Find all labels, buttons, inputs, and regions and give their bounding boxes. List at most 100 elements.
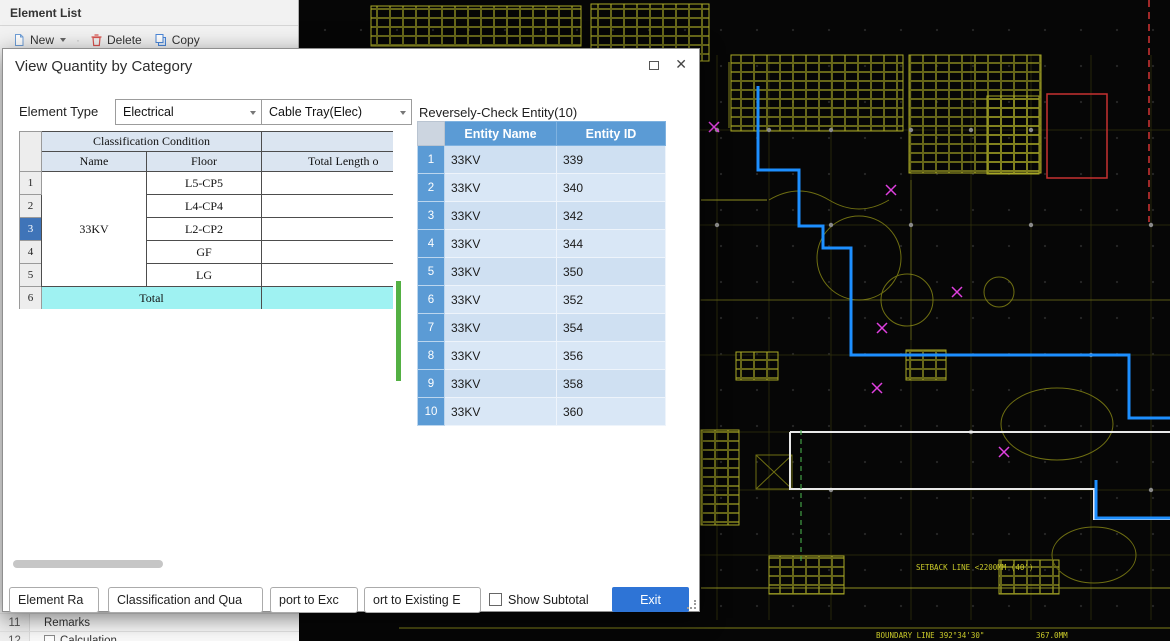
entity-id-cell[interactable]: 356 [557, 342, 666, 370]
row-number[interactable]: 2 [20, 195, 42, 218]
floor-cell[interactable]: L2-CP2 [147, 218, 262, 241]
quantity-cell[interactable] [262, 218, 394, 241]
chevron-down-icon [400, 111, 406, 115]
row-number[interactable]: 1 [20, 172, 42, 195]
row-number[interactable]: 6 [20, 287, 42, 310]
entity-name-cell[interactable]: 33KV [445, 398, 557, 426]
entity-row-number[interactable]: 7 [418, 314, 445, 342]
table-row[interactable]: 7 33KV 354 [418, 314, 666, 342]
entity-id-cell[interactable]: 352 [557, 286, 666, 314]
entity-name-cell[interactable]: 33KV [445, 230, 557, 258]
element-type-select[interactable]: Electrical [115, 99, 262, 125]
copy-label: Copy [172, 33, 200, 47]
entity-id-cell[interactable]: 340 [557, 174, 666, 202]
entity-name-cell[interactable]: 33KV [445, 174, 557, 202]
entity-id-cell[interactable]: 344 [557, 230, 666, 258]
entity-id-cell[interactable]: 360 [557, 398, 666, 426]
new-button[interactable]: New [8, 32, 70, 48]
horizontal-scrollbar-thumb[interactable] [13, 560, 163, 568]
entity-name-header: Entity Name [445, 122, 557, 146]
entity-name-cell[interactable]: 33KV [445, 286, 557, 314]
quantity-cell[interactable] [262, 264, 394, 287]
copy-button[interactable]: Copy [150, 32, 204, 48]
exit-button[interactable]: Exit [612, 587, 689, 612]
row-number-selected[interactable]: 3 [20, 218, 42, 241]
entity-name-cell[interactable]: 33KV [445, 342, 557, 370]
entity-name-cell[interactable]: 33KV [445, 370, 557, 398]
chevron-down-icon [250, 111, 256, 115]
entity-row-number[interactable]: 3 [418, 202, 445, 230]
entity-id-cell[interactable]: 350 [557, 258, 666, 286]
entity-row-number[interactable]: 4 [418, 230, 445, 258]
show-subtotal-checkbox[interactable] [489, 593, 502, 606]
entity-row-number[interactable]: 9 [418, 370, 445, 398]
export-to-excel-button[interactable]: port to Exc [270, 587, 358, 613]
row-number[interactable]: 4 [20, 241, 42, 264]
export-to-existing-excel-button[interactable]: ort to Existing E [364, 587, 481, 613]
table-row[interactable]: 1 33KV 339 [418, 146, 666, 174]
total-quantity-cell [262, 287, 394, 310]
cad-white-boundary [790, 432, 1170, 519]
table-row[interactable]: 8 33KV 356 [418, 342, 666, 370]
close-icon[interactable]: ✕ [675, 56, 687, 73]
entity-row-number[interactable]: 1 [418, 146, 445, 174]
category-value: Cable Tray(Elec) [269, 105, 362, 119]
table-row[interactable]: 4 33KV 344 [418, 230, 666, 258]
quantity-cell[interactable] [262, 241, 394, 264]
element-list-title: Element List [0, 0, 298, 26]
property-row-calculation[interactable]: 12 Calculation [0, 631, 299, 641]
entity-row-number[interactable]: 5 [418, 258, 445, 286]
calculation-checkbox[interactable] [44, 635, 55, 641]
table-row[interactable]: 10 33KV 360 [418, 398, 666, 426]
floor-cell[interactable]: LG [147, 264, 262, 287]
floor-cell[interactable]: L4-CP4 [147, 195, 262, 218]
cad-red-rect [1047, 94, 1107, 178]
entity-row-number[interactable]: 8 [418, 342, 445, 370]
classification-table: Classification Condition Name Floor Tota… [19, 131, 393, 309]
cad-highlighted-cable-tray-2[interactable] [1096, 480, 1170, 518]
entity-corner-cell [418, 122, 445, 146]
entity-row-number[interactable]: 2 [418, 174, 445, 202]
vertical-scroll-indicator[interactable] [396, 281, 401, 381]
entity-name-cell[interactable]: 33KV [445, 202, 557, 230]
resize-grip[interactable] [687, 600, 696, 609]
quantity-cell[interactable] [262, 172, 394, 195]
floor-cell[interactable]: GF [147, 241, 262, 264]
quantity-cell[interactable] [262, 195, 394, 218]
delete-button[interactable]: Delete [86, 32, 146, 48]
table-row[interactable]: 6 33KV 352 [418, 286, 666, 314]
restore-icon[interactable] [649, 61, 659, 70]
table-row[interactable]: 2 33KV 340 [418, 174, 666, 202]
entity-id-cell[interactable]: 342 [557, 202, 666, 230]
entity-name-cell[interactable]: 33KV [445, 258, 557, 286]
floor-cell[interactable]: L5-CP5 [147, 172, 262, 195]
app-window: SETBACK LINE <2200MM (40') BOUNDARY LINE… [0, 0, 1170, 641]
table-row[interactable]: 1 33KV L5-CP5 [20, 172, 394, 195]
dialog-footer: Element Ra Classification and Qua port t… [3, 587, 701, 613]
new-label: New [30, 33, 54, 47]
new-page-icon [12, 33, 26, 47]
entity-name-cell[interactable]: 33KV [445, 314, 557, 342]
total-row[interactable]: 6 Total [20, 287, 394, 310]
entity-row-number[interactable]: 6 [418, 286, 445, 314]
entity-row-number[interactable]: 10 [418, 398, 445, 426]
chevron-down-icon[interactable] [60, 38, 66, 42]
cad-grid-nodes [715, 128, 1153, 492]
table-row[interactable]: 3 33KV 342 [418, 202, 666, 230]
name-merged-cell[interactable]: 33KV [42, 172, 147, 287]
entity-id-cell[interactable]: 339 [557, 146, 666, 174]
view-quantity-dialog: View Quantity by Category ✕ Element Type… [2, 48, 700, 612]
entity-name-cell[interactable]: 33KV [445, 146, 557, 174]
entity-id-cell[interactable]: 354 [557, 314, 666, 342]
entity-id-cell[interactable]: 358 [557, 370, 666, 398]
element-range-button[interactable]: Element Ra [9, 587, 99, 613]
row-number[interactable]: 5 [20, 264, 42, 287]
property-row-label: Calculation [60, 635, 117, 641]
table-row[interactable]: 5 33KV 350 [418, 258, 666, 286]
table-row[interactable]: 9 33KV 358 [418, 370, 666, 398]
category-select[interactable]: Cable Tray(Elec) [261, 99, 412, 125]
element-type-label: Element Type [19, 104, 98, 119]
entity-id-header: Entity ID [557, 122, 666, 146]
classification-and-quantity-button[interactable]: Classification and Qua [108, 587, 263, 613]
property-row-remarks[interactable]: 11 Remarks [0, 613, 299, 631]
